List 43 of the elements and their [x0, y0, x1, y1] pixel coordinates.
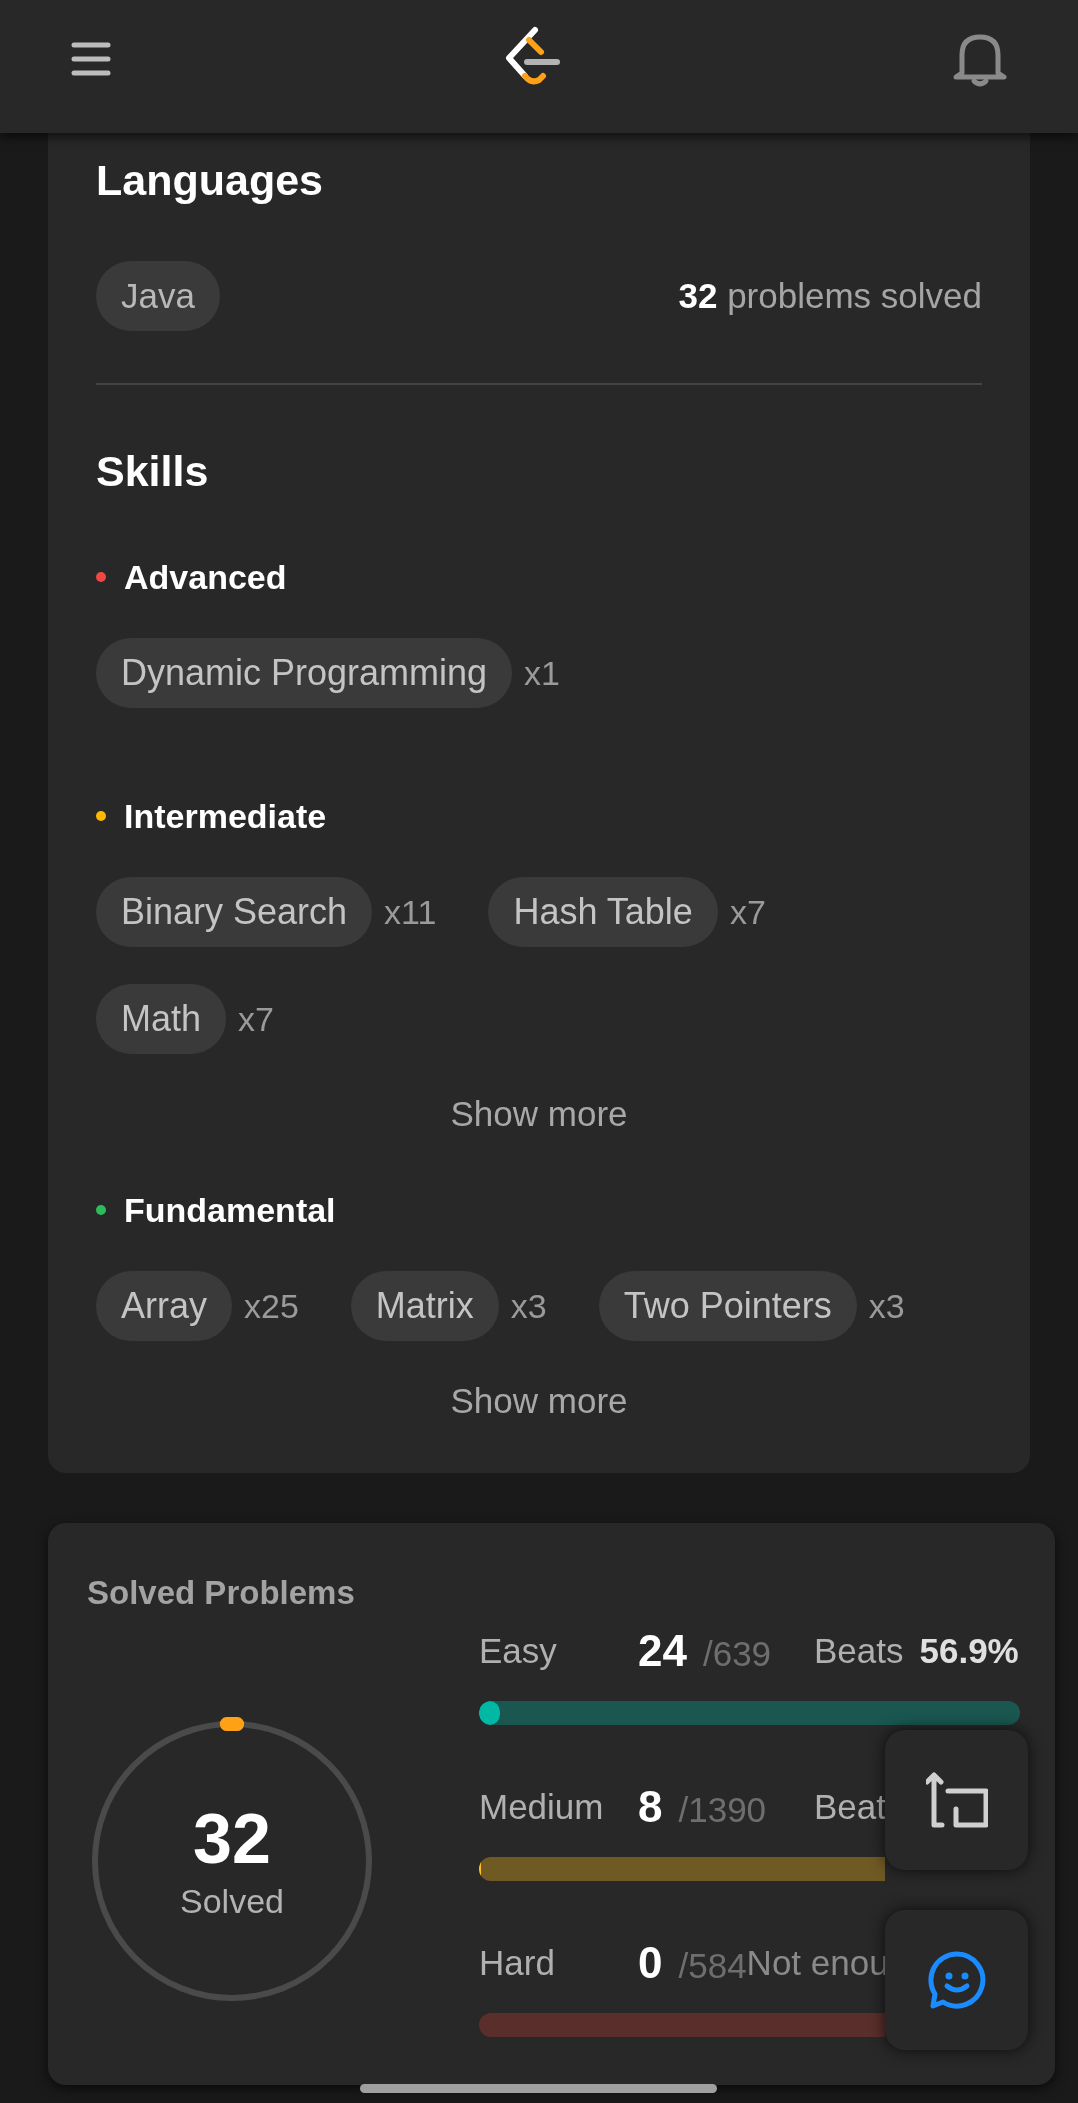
chat-button[interactable] — [885, 1910, 1028, 2050]
tag-count: x7 — [238, 998, 274, 1040]
skill-tag[interactable]: Binary Search — [96, 877, 373, 947]
skill-tag[interactable]: Two Pointers — [598, 1271, 857, 1341]
note-text: Not enou — [746, 1941, 889, 1984]
floating-action-button[interactable] — [885, 1730, 1028, 1870]
difficulty-label: Easy — [479, 1629, 558, 1672]
skill-tag[interactable]: Array — [96, 1271, 232, 1341]
tag-count: x25 — [244, 1285, 299, 1327]
tag-count: x11 — [384, 891, 437, 933]
problem-total: /1390 — [678, 1789, 767, 1831]
beats-label: Beats — [814, 1629, 904, 1672]
problem-total: /639 — [702, 1633, 772, 1675]
difficulty-label: Hard — [479, 1941, 556, 1984]
skill-level-label: Fundamental — [124, 1190, 336, 1230]
solved-count: 8 — [638, 1781, 663, 1833]
smiley-chat-icon — [926, 1950, 987, 2010]
skill-tag[interactable]: Matrix — [350, 1271, 499, 1341]
solved-count-text: 32 problems solved — [678, 274, 982, 317]
tag-count: x3 — [868, 1285, 905, 1327]
tag-count: x1 — [524, 652, 561, 694]
skill-tag[interactable]: Math — [96, 984, 227, 1054]
section-title: Languages — [96, 155, 324, 206]
return-arrow-icon — [925, 1769, 988, 1831]
tag-count: x7 — [729, 891, 766, 933]
solved-count: 24 — [638, 1625, 687, 1677]
section-title: Skills — [96, 446, 210, 497]
skill-level-label: Advanced — [124, 557, 287, 597]
beats-label: Beat — [814, 1785, 886, 1828]
solved-total: 32 — [193, 1801, 271, 1877]
skill-tag[interactable]: Dynamic Programming — [96, 638, 513, 708]
skill-tag[interactable]: Hash Table — [488, 877, 718, 947]
difficulty-label: Medium — [479, 1785, 605, 1828]
problem-total: /584 — [678, 1945, 747, 1987]
show-more-button[interactable]: Show more — [450, 1381, 628, 1421]
solved-count: 0 — [638, 1937, 663, 1989]
language-tag[interactable]: Java — [96, 261, 220, 331]
tag-count: x3 — [510, 1285, 547, 1327]
beats-value: 56.9% — [919, 1629, 1019, 1672]
card-title: Solved Problems — [87, 1573, 356, 1613]
solved-label: Solved — [180, 1881, 284, 1921]
skill-level-label: Intermediate — [124, 796, 327, 836]
show-more-button[interactable]: Show more — [450, 1094, 628, 1134]
